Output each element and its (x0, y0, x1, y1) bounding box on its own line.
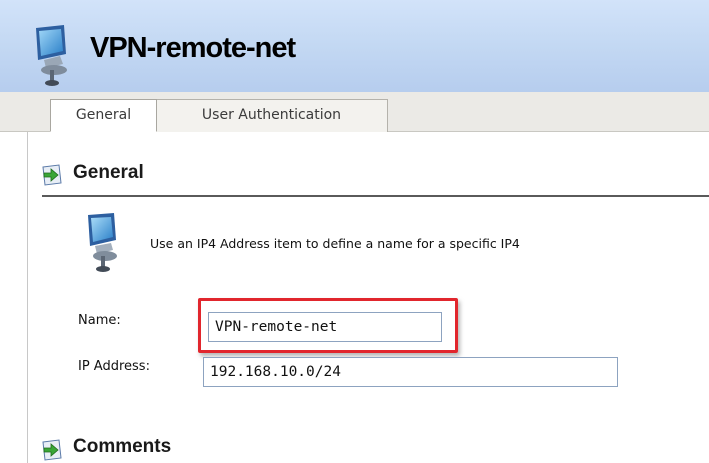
section-divider (42, 195, 709, 197)
page-title: VPN-remote-net (90, 32, 296, 64)
ip-address-field[interactable]: 192.168.10.0/24 (203, 357, 618, 387)
section-title-comments: Comments (73, 436, 172, 457)
ip-address-label: IP Address: (78, 359, 150, 374)
tab-user-authentication[interactable]: User Authentication (155, 99, 388, 132)
object-header: VPN-remote-net (0, 0, 709, 92)
network-computer-icon (88, 213, 117, 272)
section-title-general: General (73, 162, 144, 183)
content-border (27, 132, 28, 463)
highlight-box (198, 298, 458, 353)
info-description: Use an IP4 Address item to define a name… (150, 236, 520, 251)
network-computer-icon (36, 25, 67, 86)
tab-general[interactable]: General (50, 99, 157, 132)
name-label: Name: (78, 313, 121, 328)
expand-arrow-icon (42, 439, 62, 461)
expand-arrow-icon (42, 164, 62, 186)
